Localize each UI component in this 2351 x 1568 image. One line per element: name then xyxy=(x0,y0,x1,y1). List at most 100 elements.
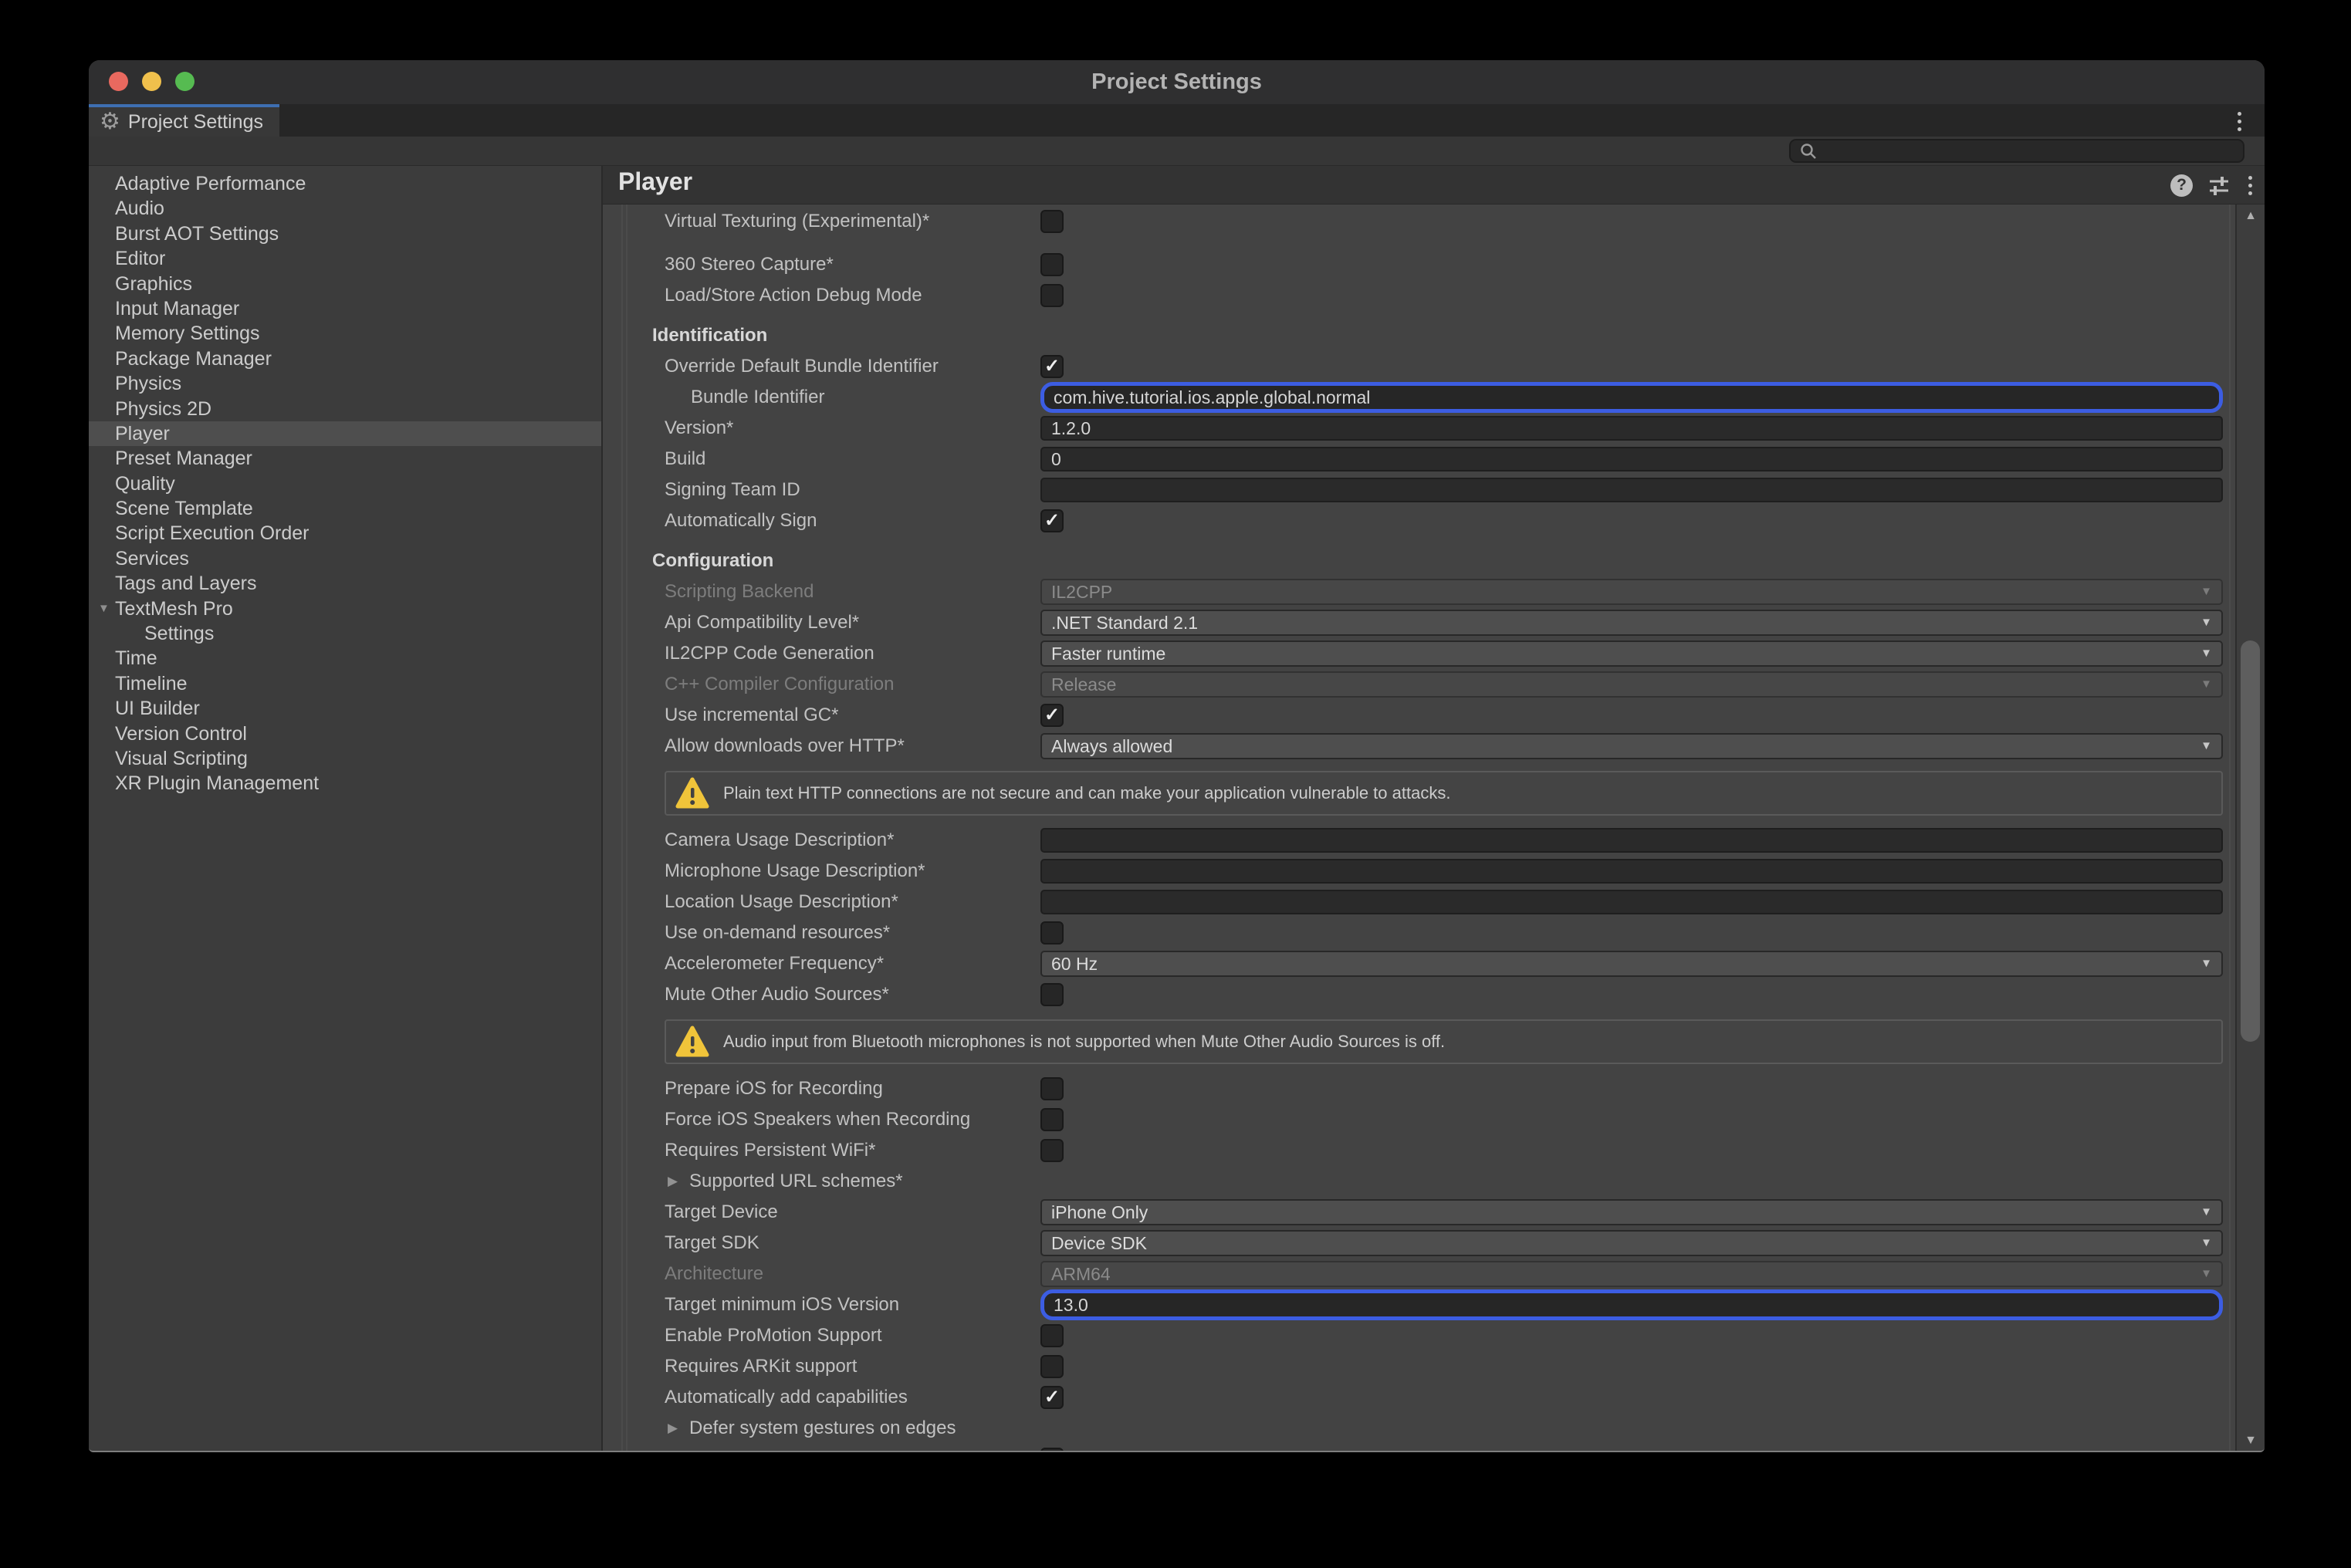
scroll-up-icon[interactable]: ▲ xyxy=(2237,209,2265,223)
foldout-expanded-icon[interactable]: ▼ xyxy=(98,596,110,621)
requires-arkit-support-checkbox[interactable] xyxy=(1040,1355,1064,1378)
setting-label: Virtual Texturing (Experimental)* xyxy=(665,206,929,237)
accelerometer-frequency-dropdown[interactable]: 60 Hz▼ xyxy=(1040,951,2223,977)
setting-label: Automatically Sign xyxy=(665,505,817,536)
version-field[interactable]: 1.2.0 xyxy=(1040,416,2223,441)
sidebar-item-label: Input Manager xyxy=(115,298,239,319)
settings-panel: Player ? xyxy=(603,166,2265,1452)
search-icon xyxy=(1798,141,1818,161)
override-default-bundle-identifier-checkbox[interactable]: ✓ xyxy=(1040,355,1064,378)
setting-label: Build xyxy=(665,444,705,475)
automatically-sign-checkbox[interactable]: ✓ xyxy=(1040,509,1064,532)
load-store-action-debug-mode-checkbox[interactable] xyxy=(1040,284,1064,307)
mute-other-audio-sources-checkbox[interactable] xyxy=(1040,983,1064,1006)
sidebar-item-visual-scripting[interactable]: Visual Scripting xyxy=(89,746,601,771)
search-input[interactable] xyxy=(1818,140,2235,162)
sidebar-item-graphics[interactable]: Graphics xyxy=(89,272,601,296)
allow-downloads-over-http-dropdown[interactable]: Always allowed▼ xyxy=(1040,733,2223,759)
setting-label: Api Compatibility Level* xyxy=(665,607,859,638)
sidebar-item-editor[interactable]: Editor xyxy=(89,246,601,271)
settings-viewport: Virtual Texturing (Experimental)* 360 Ste… xyxy=(603,204,2265,1452)
360-stereo-capture-checkbox[interactable] xyxy=(1040,253,1064,276)
enable-promotion-support-checkbox[interactable] xyxy=(1040,1324,1064,1347)
sidebar-item-quality[interactable]: Quality xyxy=(89,471,601,496)
sidebar-item-package-manager[interactable]: Package Manager xyxy=(89,346,601,371)
api-compatibility-level-dropdown[interactable]: .NET Standard 2.1▼ xyxy=(1040,610,2223,636)
sidebar-item-services[interactable]: Services xyxy=(89,546,601,571)
sidebar-item-scene-template[interactable]: Scene Template xyxy=(89,496,601,521)
scrollbar-thumb[interactable] xyxy=(2241,640,2260,1042)
setting-label[interactable]: Defer system gestures on edges xyxy=(689,1413,956,1444)
use-on-demand-resources-checkbox[interactable] xyxy=(1040,921,1064,945)
sidebar-item-adaptive-performance[interactable]: Adaptive Performance xyxy=(89,171,601,196)
setting-label: Mute Other Audio Sources* xyxy=(665,979,889,1010)
target-device-dropdown[interactable]: iPhone Only▼ xyxy=(1040,1199,2223,1225)
sidebar-item-settings[interactable]: Settings xyxy=(89,621,601,646)
vertical-scrollbar[interactable]: ▲ ▼ xyxy=(2235,204,2265,1452)
setting-label: Accelerometer Frequency* xyxy=(665,948,884,979)
sidebar-item-ui-builder[interactable]: UI Builder xyxy=(89,696,601,721)
sidebar-item-tags-and-layers[interactable]: Tags and Layers xyxy=(89,571,601,596)
use-incremental-gc-checkbox[interactable]: ✓ xyxy=(1040,704,1064,727)
sidebar-item-input-manager[interactable]: Input Manager xyxy=(89,296,601,321)
row-api-compatibility-level: Api Compatibility Level* .NET Standard 2.… xyxy=(603,607,2224,638)
sidebar-item-physics-2d[interactable]: Physics 2D xyxy=(89,397,601,421)
dropdown-value: ARM64 xyxy=(1051,1264,1111,1284)
setting-label: Requires ARKit support xyxy=(665,1351,857,1382)
sidebar-item-time[interactable]: Time xyxy=(89,646,601,671)
bundle-identifier-field[interactable]: com.hive.tutorial.ios.apple.global.norma… xyxy=(1040,382,2223,413)
sidebar-item-timeline[interactable]: Timeline xyxy=(89,671,601,696)
requires-persistent-wifi-checkbox[interactable] xyxy=(1040,1139,1064,1162)
sidebar-item-label: Memory Settings xyxy=(115,323,260,344)
presets-sliders-icon[interactable] xyxy=(2207,173,2231,198)
foldout-collapsed-icon[interactable]: ▶ xyxy=(668,1413,678,1444)
sidebar-item-script-execution-order[interactable]: Script Execution Order xyxy=(89,521,601,546)
setting-label: Microphone Usage Description* xyxy=(665,856,925,887)
build-field[interactable]: 0 xyxy=(1040,447,2223,471)
panel-menu-icon[interactable] xyxy=(2245,174,2255,197)
sidebar-item-textmesh-pro[interactable]: ▼TextMesh Pro xyxy=(89,596,601,621)
automatically-add-capabilities-checkbox[interactable]: ✓ xyxy=(1040,1386,1064,1409)
scripting-backend-dropdown: IL2CPP▼ xyxy=(1040,579,2223,605)
setting-label: 360 Stereo Capture* xyxy=(665,249,834,280)
sidebar-item-memory-settings[interactable]: Memory Settings xyxy=(89,321,601,346)
target-minimum-ios-version-field[interactable]: 13.0 xyxy=(1040,1289,2223,1320)
tab-project-settings[interactable]: ⚙ Project Settings xyxy=(89,104,279,137)
target-sdk-dropdown[interactable]: Device SDK▼ xyxy=(1040,1230,2223,1256)
dropdown-value: Faster runtime xyxy=(1051,644,1165,664)
panel-title: Player xyxy=(618,167,692,196)
camera-usage-description-field[interactable] xyxy=(1040,828,2223,853)
setting-label[interactable]: Supported URL schemes* xyxy=(689,1166,903,1197)
sidebar-item-label: Visual Scripting xyxy=(115,748,248,769)
sidebar-item-xr-plugin-management[interactable]: XR Plugin Management xyxy=(89,771,601,796)
setting-label: Target minimum iOS Version xyxy=(665,1289,899,1320)
row-identification: Identification xyxy=(603,320,2224,351)
help-icon[interactable]: ? xyxy=(2170,174,2193,197)
sidebar-item-physics[interactable]: Physics xyxy=(89,371,601,396)
sidebar-item-label: TextMesh Pro xyxy=(115,598,233,620)
il2cpp-code-generation-dropdown[interactable]: Faster runtime▼ xyxy=(1040,640,2223,667)
c-compiler-configuration-dropdown: Release▼ xyxy=(1040,671,2223,698)
sidebar-item-burst-aot-settings[interactable]: Burst AOT Settings xyxy=(89,221,601,246)
setting-label: Enable ProMotion Support xyxy=(665,1320,882,1351)
signing-team-id-field[interactable] xyxy=(1040,478,2223,502)
sidebar-item-preset-manager[interactable]: Preset Manager xyxy=(89,446,601,471)
sidebar-item-version-control[interactable]: Version Control xyxy=(89,721,601,746)
microphone-usage-description-field[interactable] xyxy=(1040,859,2223,884)
scroll-down-icon[interactable]: ▼ xyxy=(2237,1434,2265,1448)
row-automatically-sign: Automatically Sign ✓ xyxy=(603,505,2224,536)
prepare-ios-for-recording-checkbox[interactable] xyxy=(1040,1077,1064,1100)
dropdown-value: .NET Standard 2.1 xyxy=(1051,613,1198,633)
location-usage-description-field[interactable] xyxy=(1040,890,2223,914)
foldout-collapsed-icon[interactable]: ▶ xyxy=(668,1166,678,1197)
row-virtual-texturing-experimental: Virtual Texturing (Experimental)* xyxy=(603,206,2224,237)
force-ios-speakers-when-recording-checkbox[interactable] xyxy=(1040,1108,1064,1131)
project-settings-window: Project Settings ⚙ Project Settings Adap… xyxy=(89,60,2265,1452)
sidebar-item-player[interactable]: Player xyxy=(89,421,601,446)
hide-home-button-on-iphone-x-checkbox[interactable] xyxy=(1040,1448,1064,1452)
virtual-texturing-experimental-checkbox[interactable] xyxy=(1040,210,1064,233)
window-menu-icon[interactable] xyxy=(2231,110,2248,133)
search-box[interactable] xyxy=(1789,139,2244,163)
sidebar-item-label: Burst AOT Settings xyxy=(115,223,279,245)
sidebar-item-audio[interactable]: Audio xyxy=(89,196,601,221)
